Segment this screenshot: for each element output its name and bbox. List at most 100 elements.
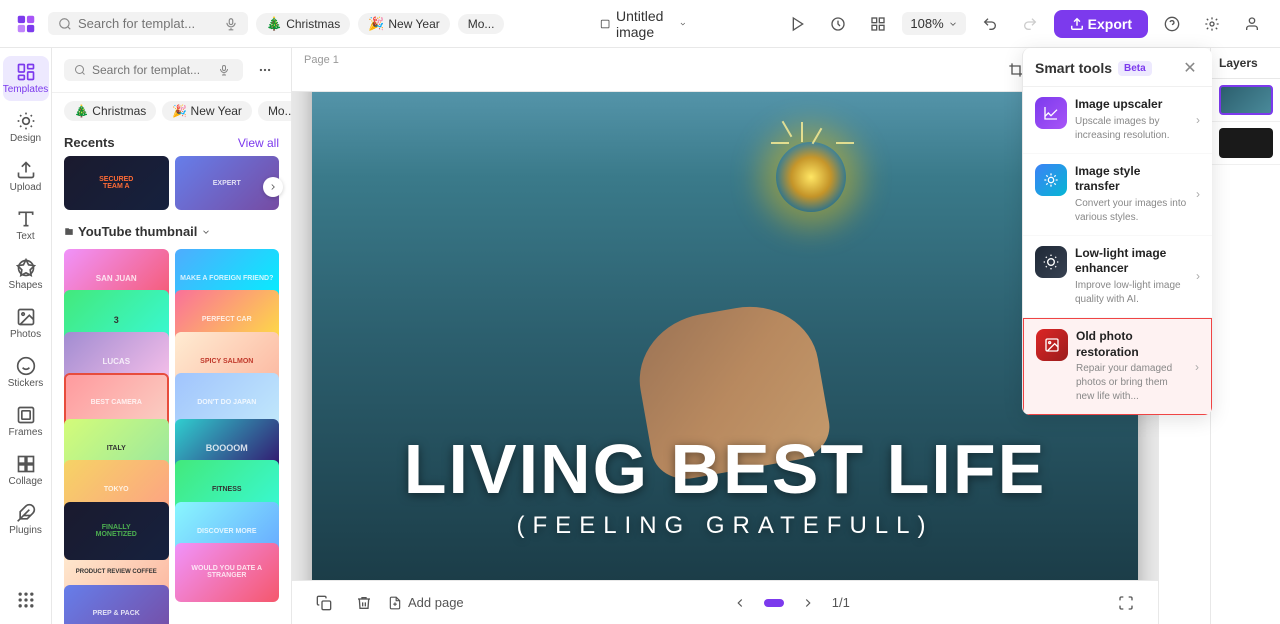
image-upscaler-icon xyxy=(1035,97,1067,129)
fullscreen-icon[interactable] xyxy=(1110,587,1142,619)
sidebar-item-templates[interactable]: Templates xyxy=(3,56,49,101)
frames-icon xyxy=(16,405,36,425)
smart-tool-image-upscaler[interactable]: Image upscaler Upscale images by increas… xyxy=(1023,87,1212,154)
old-photo-desc: Repair your damaged photos or bring them… xyxy=(1076,362,1187,404)
panel-search-input[interactable] xyxy=(92,63,212,77)
tag-more-panel[interactable]: Mo... xyxy=(258,101,291,121)
sidebar-item-plugins[interactable]: Plugins xyxy=(3,497,49,542)
upscaler-desc: Upscale images by increasing resolution. xyxy=(1075,115,1188,143)
panel-tags: 🎄 Christmas 🎉 New Year Mo... xyxy=(52,93,291,129)
page-dots xyxy=(764,599,784,607)
plugins-icon xyxy=(16,503,36,523)
template-grid: SAN JUAN MAKE A FOREIGN FRIEND? 3 PERFEC… xyxy=(52,245,291,624)
smart-tools-panel: Smart tools Beta ✕ Image upscaler Upscal… xyxy=(1022,48,1212,415)
search-input[interactable] xyxy=(78,16,218,31)
redo-icon[interactable] xyxy=(1014,8,1046,40)
page-dot-1[interactable] xyxy=(764,599,784,607)
tag-more[interactable]: Mo... xyxy=(458,14,505,34)
smart-tools-close-button[interactable]: ✕ xyxy=(1180,58,1200,78)
canvas-bottombar: Add page 1/1 xyxy=(292,580,1158,624)
play-icon[interactable] xyxy=(782,8,814,40)
panel-search-icon xyxy=(74,64,86,76)
sidebar-item-design[interactable]: Design xyxy=(3,105,49,150)
delete-icon[interactable] xyxy=(348,587,380,619)
duplicate-icon[interactable] xyxy=(308,587,340,619)
doc-name[interactable]: Untitled image xyxy=(600,8,687,40)
shapes-icon xyxy=(16,258,36,278)
panel-options-icon[interactable] xyxy=(251,56,279,84)
sidebar-item-photos[interactable]: Photos xyxy=(3,301,49,346)
export-button[interactable]: Export xyxy=(1054,10,1148,38)
low-light-arrow-icon: › xyxy=(1196,269,1200,283)
sidebar-item-shapes[interactable]: Shapes xyxy=(3,252,49,297)
topbar: 🎄 Christmas 🎉 New Year Mo... Untitled im… xyxy=(0,0,1280,48)
add-page-label: Add page xyxy=(408,595,464,610)
search-bar[interactable] xyxy=(48,12,248,35)
main-canvas[interactable]: LIVING BEST LIFE (FEELING GRATEFULL) xyxy=(312,92,1138,580)
smart-tool-old-photo[interactable]: Old photo restoration Repair your damage… xyxy=(1023,318,1212,415)
style-transfer-desc: Convert your images into various styles. xyxy=(1075,197,1188,225)
zoom-control[interactable]: 108% xyxy=(902,12,965,35)
upload-icon xyxy=(16,160,36,180)
add-page-icon xyxy=(388,596,402,610)
low-light-desc: Improve low-light image quality with AI. xyxy=(1075,279,1188,307)
smart-tool-low-light[interactable]: Low-light image enhancer Improve low-lig… xyxy=(1023,236,1212,318)
page-counter: 1/1 xyxy=(832,595,850,610)
low-light-name: Low-light image enhancer xyxy=(1075,246,1188,277)
category-section-header: YouTube thumbnail xyxy=(52,218,291,245)
stickers-icon xyxy=(16,356,36,376)
layer-item-2[interactable] xyxy=(1211,122,1280,165)
text-icon xyxy=(16,209,36,229)
sidebar-item-stickers[interactable]: Stickers xyxy=(3,350,49,395)
folder-icon xyxy=(64,227,74,237)
canvas-image: LIVING BEST LIFE (FEELING GRATEFULL) xyxy=(312,92,1138,580)
panel-search[interactable] xyxy=(64,59,243,81)
tag-christmas[interactable]: 🎄 Christmas xyxy=(256,13,350,35)
beta-badge: Beta xyxy=(1118,61,1152,76)
mic-icon xyxy=(218,64,230,76)
search-icon xyxy=(58,17,72,31)
style-transfer-arrow-icon: › xyxy=(1196,187,1200,201)
smart-tools-panel-title: Smart tools Beta xyxy=(1035,60,1152,76)
collage-icon xyxy=(16,454,36,474)
sidebar-item-upload[interactable]: Upload xyxy=(3,154,49,199)
panel-header xyxy=(52,48,291,93)
chevron-right-icon xyxy=(268,182,278,192)
category-title[interactable]: YouTube thumbnail xyxy=(64,224,211,239)
old-photo-name: Old photo restoration xyxy=(1076,329,1187,360)
scroll-right-button[interactable] xyxy=(263,177,283,197)
page-navigation: 1/1 xyxy=(724,587,850,619)
template-16[interactable]: WOULD YOU DATE A STRANGER xyxy=(175,543,280,602)
recent-thumb-1[interactable]: SECUREDTEAM A xyxy=(64,156,169,210)
recents-title: Recents xyxy=(64,135,115,150)
style-transfer-icon xyxy=(1035,164,1067,196)
add-page-button[interactable]: Add page xyxy=(388,587,464,619)
user-icon[interactable] xyxy=(1236,8,1268,40)
tag-new-year[interactable]: 🎉 New Year xyxy=(358,13,450,35)
smart-tool-style-transfer[interactable]: Image style transfer Convert your images… xyxy=(1023,154,1212,236)
timer-icon[interactable] xyxy=(822,8,854,40)
templates-panel: 🎄 Christmas 🎉 New Year Mo... Recents Vie… xyxy=(52,48,292,624)
recents-section-header: Recents View all xyxy=(52,129,291,156)
next-page-button[interactable] xyxy=(792,587,824,619)
canvas-sub-text: (FEELING GRATEFULL) xyxy=(312,512,1138,540)
design-icon xyxy=(16,111,36,131)
chevron-down-icon xyxy=(679,18,687,30)
grid-icon[interactable] xyxy=(862,8,894,40)
app-logo[interactable] xyxy=(12,10,40,38)
template-13[interactable]: FINALLYMONETIZED xyxy=(64,502,169,561)
apps-icon-bottom[interactable] xyxy=(3,584,49,616)
help-circle-icon[interactable] xyxy=(1156,8,1188,40)
template-17[interactable]: PREP & PACK xyxy=(64,585,169,624)
settings-icon[interactable] xyxy=(1196,8,1228,40)
prev-page-button[interactable] xyxy=(724,587,756,619)
sidebar-item-frames[interactable]: Frames xyxy=(3,399,49,444)
sidebar-item-text[interactable]: Text xyxy=(3,203,49,248)
tag-newyear-panel[interactable]: 🎉 New Year xyxy=(162,101,252,121)
layer-item-1[interactable] xyxy=(1211,79,1280,122)
undo-icon[interactable] xyxy=(974,8,1006,40)
page-label: Page 1 xyxy=(304,54,339,66)
sidebar-item-collage[interactable]: Collage xyxy=(3,448,49,493)
tag-christmas-panel[interactable]: 🎄 Christmas xyxy=(64,101,156,121)
view-all-button[interactable]: View all xyxy=(238,136,279,150)
